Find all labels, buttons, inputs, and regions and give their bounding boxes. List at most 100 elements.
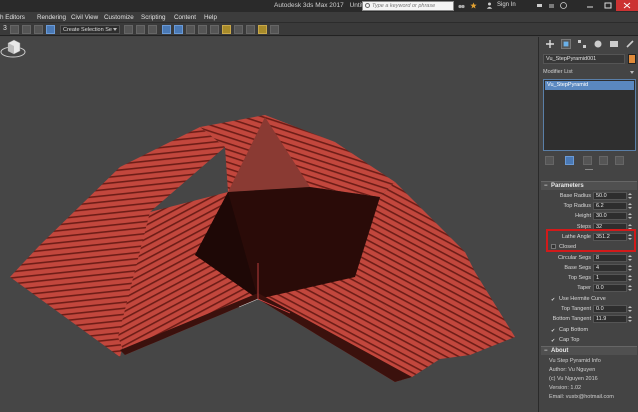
object-name-field[interactable]: Vu_StepPyramid001 bbox=[543, 54, 625, 64]
base-segs-input[interactable]: 4 bbox=[593, 264, 627, 272]
sign-in-link[interactable]: Sign In bbox=[497, 2, 516, 8]
search-input[interactable]: Type a keyword or phrase bbox=[362, 1, 454, 11]
curve-editor-icon[interactable] bbox=[198, 25, 207, 34]
modifier-stack[interactable]: Vu_StepPyramid bbox=[543, 79, 636, 151]
cap-top-label: Cap Top bbox=[559, 337, 580, 343]
param-top-tangent: Top Tangent 0.0 bbox=[541, 305, 637, 314]
modifier-stack-item[interactable]: Vu_StepPyramid bbox=[545, 81, 634, 90]
cart-icon[interactable] bbox=[536, 2, 543, 9]
search-icon bbox=[365, 3, 370, 8]
param-base-segs: Base Segs 4 bbox=[541, 264, 637, 273]
material-editor-icon[interactable] bbox=[222, 25, 231, 34]
circular-segs-input[interactable]: 8 bbox=[593, 254, 627, 262]
cap-bottom-checkbox[interactable]: Cap Bottom bbox=[551, 327, 588, 333]
spinner-icon[interactable] bbox=[628, 192, 633, 200]
remove-modifier-icon[interactable] bbox=[599, 156, 608, 165]
make-unique-icon[interactable] bbox=[583, 156, 592, 165]
checkbox-box bbox=[551, 297, 556, 302]
top-segs-input[interactable]: 1 bbox=[593, 274, 627, 282]
hermite-label: Use Hermite Curve bbox=[559, 296, 606, 302]
motion-tab-icon[interactable] bbox=[593, 39, 603, 49]
help-icon[interactable] bbox=[560, 2, 567, 9]
percent-snap-icon[interactable] bbox=[34, 25, 43, 34]
spinner-icon[interactable] bbox=[628, 202, 633, 210]
snap-icon[interactable] bbox=[10, 25, 19, 34]
height-input[interactable]: 30.0 bbox=[593, 212, 627, 220]
menu-customize[interactable]: Customize bbox=[104, 14, 134, 21]
object-color-swatch[interactable] bbox=[628, 54, 636, 64]
close-button[interactable] bbox=[616, 0, 638, 11]
angle-snap-icon[interactable] bbox=[22, 25, 31, 34]
layer-explorer-icon[interactable] bbox=[174, 25, 183, 34]
binoculars-icon[interactable] bbox=[458, 2, 465, 9]
perspective-viewport[interactable] bbox=[0, 37, 538, 412]
configure-modifier-sets-icon[interactable] bbox=[615, 156, 624, 165]
cap-top-checkbox[interactable]: Cap Top bbox=[551, 337, 579, 343]
modify-tab-icon[interactable] bbox=[561, 39, 571, 49]
named-selection-icon[interactable] bbox=[124, 25, 133, 34]
spinner-icon[interactable] bbox=[628, 212, 633, 220]
a360-icon[interactable] bbox=[270, 25, 279, 34]
viewcube-icon[interactable] bbox=[0, 37, 26, 59]
collapse-icon: − bbox=[544, 348, 548, 354]
utilities-tab-icon[interactable] bbox=[625, 39, 635, 49]
hermite-checkbox[interactable]: Use Hermite Curve bbox=[551, 296, 606, 302]
selection-set-dropdown[interactable]: Create Selection Se bbox=[60, 25, 120, 34]
command-panel: Vu_StepPyramid001 Modifier List Vu_StepP… bbox=[538, 37, 638, 412]
show-end-result-icon[interactable] bbox=[565, 156, 574, 165]
modifier-list-label: Modifier List bbox=[543, 69, 573, 75]
mirror-icon[interactable] bbox=[136, 25, 145, 34]
spinner-snap-icon[interactable] bbox=[46, 25, 55, 34]
hierarchy-tab-icon[interactable] bbox=[577, 39, 587, 49]
ribbon-icon[interactable] bbox=[186, 25, 195, 34]
param-value: 4 bbox=[596, 265, 600, 271]
spinner-icon[interactable] bbox=[628, 315, 633, 323]
create-tab-icon[interactable] bbox=[545, 39, 555, 49]
parameters-rollout-header[interactable]: − Parameters bbox=[541, 181, 637, 190]
about-line: Author: Vu Nguyen bbox=[549, 367, 596, 373]
menu-civil-view[interactable]: Civil View bbox=[71, 14, 98, 21]
user-icon[interactable] bbox=[486, 2, 493, 9]
scene-explorer-icon[interactable] bbox=[162, 25, 171, 34]
align-icon[interactable] bbox=[148, 25, 157, 34]
menu-graph-editors[interactable]: h Editors bbox=[0, 14, 25, 21]
bottom-tangent-input[interactable]: 11.9 bbox=[593, 315, 627, 323]
render-icon[interactable] bbox=[258, 25, 267, 34]
spinner-icon[interactable] bbox=[628, 254, 633, 262]
main-toolbar: 3 Create Selection Se bbox=[0, 23, 638, 36]
top-tangent-input[interactable]: 0.0 bbox=[593, 305, 627, 313]
modifier-list-dropdown[interactable]: Modifier List bbox=[543, 68, 636, 78]
param-value: 30.0 bbox=[596, 213, 607, 219]
param-height: Height 30.0 bbox=[541, 212, 637, 221]
spinner-icon[interactable] bbox=[628, 284, 633, 292]
menu-help[interactable]: Help bbox=[204, 14, 217, 21]
about-rollout-header[interactable]: − About bbox=[541, 346, 637, 355]
param-cap-bottom: Cap Bottom bbox=[541, 326, 637, 335]
divider bbox=[585, 169, 593, 170]
menu-scripting[interactable]: Scripting bbox=[141, 14, 166, 21]
pin-stack-icon[interactable] bbox=[545, 156, 554, 165]
base-radius-input[interactable]: 50.0 bbox=[593, 192, 627, 200]
chevron-down-icon bbox=[113, 28, 117, 31]
cap-bottom-label: Cap Bottom bbox=[559, 327, 589, 333]
render-setup-icon[interactable] bbox=[234, 25, 243, 34]
spinner-icon[interactable] bbox=[628, 274, 633, 282]
exchange-icon[interactable] bbox=[548, 2, 555, 9]
step-pyramid-render bbox=[10, 115, 515, 382]
schematic-view-icon[interactable] bbox=[210, 25, 219, 34]
snap-toggle[interactable]: 3 bbox=[3, 25, 7, 32]
top-radius-input[interactable]: 6.2 bbox=[593, 202, 627, 210]
about-line: (c) Vu Nguyen 2016 bbox=[549, 376, 598, 382]
param-label: Base Radius bbox=[559, 193, 591, 199]
menu-content[interactable]: Content bbox=[174, 14, 196, 21]
taper-input[interactable]: 0.0 bbox=[593, 284, 627, 292]
star-icon[interactable] bbox=[470, 2, 477, 9]
display-tab-icon[interactable] bbox=[609, 39, 619, 49]
rendered-frame-icon[interactable] bbox=[246, 25, 255, 34]
stack-toolbar bbox=[543, 156, 636, 166]
spinner-icon[interactable] bbox=[628, 264, 633, 272]
menu-rendering[interactable]: Rendering bbox=[37, 14, 66, 21]
maximize-button[interactable] bbox=[598, 0, 618, 11]
minimize-button[interactable] bbox=[580, 0, 600, 11]
spinner-icon[interactable] bbox=[628, 305, 633, 313]
